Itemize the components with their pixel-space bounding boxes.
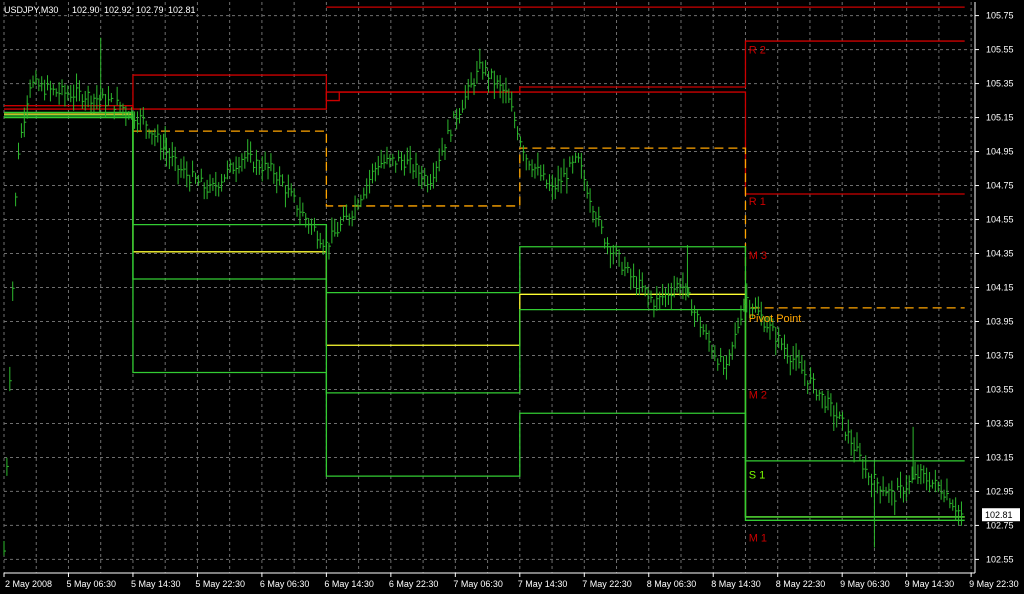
time-tick-label: 9 May 06:30	[840, 579, 890, 589]
price-tick-label: 103.95	[986, 316, 1014, 326]
ohlc-close: 102.81	[168, 5, 196, 15]
ohlc-high: 102.92	[104, 5, 132, 15]
time-tick-label: 2 May 2008	[5, 579, 52, 589]
ohlc-low: 102.79	[136, 5, 164, 15]
level-label: M 3	[749, 250, 767, 262]
chart-svg[interactable]: R 2R 1M 3Pivot PointM 2S 1M 1 105.75105.…	[0, 0, 1024, 594]
time-tick-label: 8 May 22:30	[776, 579, 826, 589]
price-tick-label: 104.35	[986, 249, 1014, 259]
grid	[3, 2, 975, 573]
time-tick-label: 7 May 14:30	[518, 579, 568, 589]
level-label: Pivot Point	[749, 313, 802, 325]
level-label: S 1	[749, 469, 766, 481]
time-tick-label: 9 May 22:30	[969, 579, 1019, 589]
price-tick-label: 103.15	[986, 452, 1014, 462]
symbol-label: USDJPY,M30	[4, 5, 58, 15]
indicator-line-green	[4, 111, 965, 462]
price-tick-label: 105.35	[986, 79, 1014, 89]
price-tick-label: 102.55	[986, 554, 1014, 564]
time-tick-label: 7 May 06:30	[453, 579, 503, 589]
level-label: R 1	[749, 196, 766, 208]
indicator-lines	[4, 6, 965, 521]
axes: 105.75 105.55 105.35 105.15 104.95 104.75 104.…	[3, 2, 1020, 589]
time-tick-label: 7 May 22:30	[582, 579, 632, 589]
level-label: M 2	[749, 390, 767, 402]
time-tick-label: 6 May 22:30	[389, 579, 439, 589]
time-tick-label: 5 May 22:30	[195, 579, 245, 589]
price-tick-label: 105.15	[986, 113, 1014, 123]
time-tick-label: 5 May 14:30	[131, 579, 181, 589]
time-tick-label: 6 May 14:30	[324, 579, 374, 589]
chart[interactable]: R 2R 1M 3 Pivot Point M 2S 1M 1 105.75 105.…	[0, 0, 1024, 594]
level-labels: R 2 R 1 M 3 Pivot Point M 2 S 1 M 1	[749, 45, 802, 545]
price-tick-label: 102.95	[986, 486, 1014, 496]
price-tick-label: 104.95	[986, 147, 1014, 157]
ohlc-open: 102.90	[72, 5, 100, 15]
price-series	[3, 37, 964, 556]
price-tick-label: 104.55	[986, 215, 1014, 225]
price-tick-label: 105.55	[986, 45, 1014, 55]
price-tick-label: 104.15	[986, 283, 1014, 293]
price-tick-label: 105.75	[986, 11, 1014, 21]
time-tick-label: 6 May 06:30	[260, 579, 310, 589]
price-tick-label: 103.55	[986, 384, 1014, 394]
time-tick-label: 9 May 14:30	[905, 579, 955, 589]
time-tick-label: 8 May 06:30	[647, 579, 697, 589]
price-tick-label: 103.35	[986, 418, 1014, 428]
price-tick-label: 103.75	[986, 350, 1014, 360]
level-label: M 1	[749, 532, 767, 544]
current-price-label: 102.81	[985, 510, 1013, 520]
indicator-line-green	[4, 115, 965, 521]
indicator-line-red-solid	[4, 74, 965, 195]
time-tick-label: 8 May 14:30	[711, 579, 761, 589]
price-tick-label: 104.75	[986, 181, 1014, 191]
level-label: R 2	[749, 45, 766, 57]
time-tick-label: 5 May 06:30	[66, 579, 116, 589]
indicator-line-yellow	[4, 113, 965, 518]
price-tick-label: 102.75	[986, 520, 1014, 530]
